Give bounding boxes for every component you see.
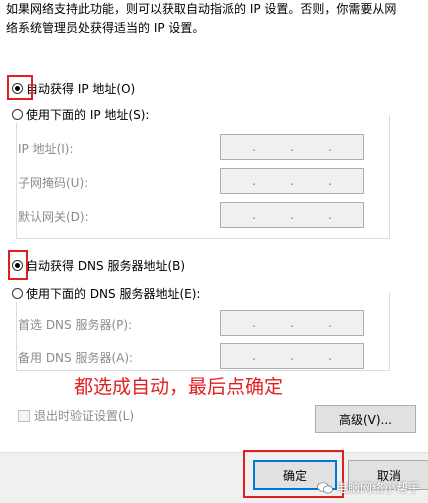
description-line-2: 络系统管理员处获得适当的 IP 设置。 (6, 21, 205, 35)
manual-dns-label: 使用下面的 DNS 服务器地址(E): (26, 287, 201, 301)
manual-dns-radio-row[interactable]: 使用下面的 DNS 服务器地址(E): (12, 285, 205, 302)
validate-checkbox-row[interactable]: 退出时验证设置(L) (18, 407, 134, 424)
annotation-text: 都选成自动，最后点确定 (74, 376, 284, 398)
preferred-dns-label: 首选 DNS 服务器(P): (18, 318, 133, 332)
default-gateway-input[interactable]: ... (220, 202, 364, 228)
alternate-dns-label: 备用 DNS 服务器(A): (18, 351, 134, 365)
description-line-1: 如果网络支持此功能，则可以获取自动指派的 IP 设置。否则，你需要从网 (6, 2, 397, 16)
validate-checkbox[interactable] (18, 409, 30, 422)
auto-ip-label: 自动获得 IP 地址(O) (26, 82, 136, 96)
watermark-text: 电脑网络小帮手 (335, 481, 420, 495)
subnet-mask-label: 子网掩码(U): (18, 176, 89, 190)
validate-label: 退出时验证设置(L) (34, 409, 135, 423)
manual-ip-label: 使用下面的 IP 地址(S): (26, 108, 150, 122)
auto-dns-radio-row[interactable]: 自动获得 DNS 服务器地址(B) (12, 257, 185, 274)
highlight-auto-ip (7, 75, 33, 100)
advanced-button[interactable]: 高级(V)... (315, 405, 416, 433)
default-gateway-label: 默认网关(D): (18, 210, 89, 224)
description-text: 如果网络支持此功能，则可以获取自动指派的 IP 设置。否则，你需要从网 络系统管… (6, 0, 422, 38)
preferred-dns-input[interactable]: ... (220, 310, 364, 336)
manual-dns-radio[interactable] (12, 288, 23, 299)
manual-ip-radio-row[interactable]: 使用下面的 IP 地址(S): (12, 106, 154, 123)
ip-address-label: IP 地址(I): (18, 142, 74, 156)
auto-dns-label: 自动获得 DNS 服务器地址(B) (26, 259, 186, 273)
wechat-icon (317, 481, 333, 493)
subnet-mask-input[interactable]: ... (220, 168, 364, 194)
ip-address-input[interactable]: ... (220, 134, 364, 160)
manual-ip-radio[interactable] (12, 109, 23, 120)
alternate-dns-input[interactable]: ... (220, 343, 364, 369)
watermark: 电脑网络小帮手 (317, 479, 420, 496)
highlight-auto-dns (8, 250, 28, 280)
